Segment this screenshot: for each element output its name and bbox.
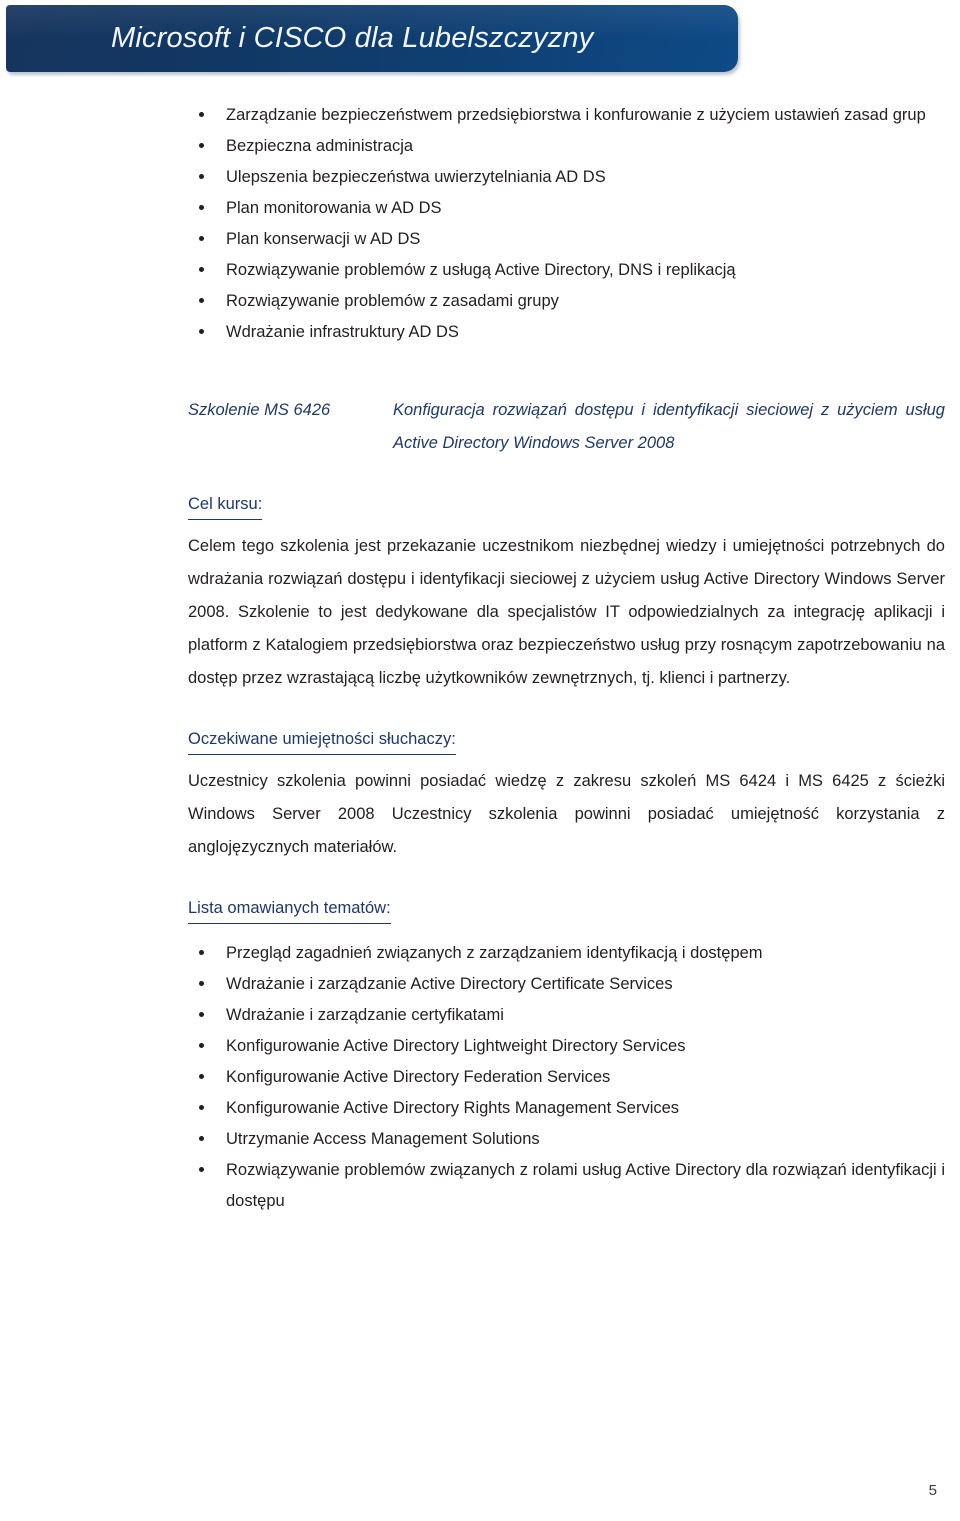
bullet-icon	[199, 174, 204, 179]
bullet-icon	[199, 143, 204, 148]
bullet-icon	[199, 1105, 204, 1110]
list-item: Konfigurowanie Active Directory Federati…	[188, 1062, 945, 1093]
list-item: Plan konserwacji w AD DS	[188, 224, 945, 255]
list-item-label: Konfigurowanie Active Directory Lightwei…	[226, 1037, 686, 1055]
bullet-icon	[199, 329, 204, 334]
list-item-label: Utrzymanie Access Management Solutions	[226, 1130, 540, 1148]
bullet-icon	[199, 950, 204, 955]
topics-list: Przegląd zagadnień związanych z zarządza…	[188, 938, 945, 1217]
course-identifier-block: Szkolenie MS 6426 Konfiguracja rozwiązań…	[188, 394, 945, 460]
list-item: Ulepszenia bezpieczeństwa uwierzytelnian…	[188, 162, 945, 193]
bullet-icon	[199, 236, 204, 241]
skills-section-heading: Oczekiwane umiejętności słuchaczy:	[188, 725, 456, 755]
list-item: Rozwiązywanie problemów z usługą Active …	[188, 255, 945, 286]
list-item-label: Wdrażanie i zarządzanie certyfikatami	[226, 1006, 504, 1024]
list-item-label: Konfigurowanie Active Directory Federati…	[226, 1068, 611, 1086]
list-item-label: Wdrażanie i zarządzanie Active Directory…	[226, 975, 673, 993]
skills-section-paragraph: Uczestnicy szkolenia powinni posiadać wi…	[188, 772, 945, 856]
list-item: Wdrażanie i zarządzanie certyfikatami	[188, 1000, 945, 1031]
bullet-icon	[199, 1012, 204, 1017]
goal-section: Cel kursu: Celem tego szkolenia jest prz…	[188, 460, 945, 695]
topics-section: Lista omawianych tematów: Przegląd zagad…	[188, 864, 945, 1217]
list-item: Plan monitorowania w AD DS	[188, 193, 945, 224]
list-item-label: Zarządzanie bezpieczeństwem przedsiębior…	[226, 106, 926, 124]
intro-topic-list: Zarządzanie bezpieczeństwem przedsiębior…	[188, 100, 945, 348]
bullet-icon	[199, 1136, 204, 1141]
list-item-label: Bezpieczna administracja	[226, 137, 414, 155]
list-item: Rozwiązywanie problemów związanych z rol…	[188, 1155, 945, 1217]
list-item: Wdrażanie infrastruktury AD DS	[188, 317, 945, 348]
bullet-icon	[199, 205, 204, 210]
list-item-label: Plan monitorowania w AD DS	[226, 199, 442, 217]
list-item-label: Rozwiązywanie problemów z zasadami grupy	[226, 292, 559, 310]
bullet-icon	[199, 298, 204, 303]
bullet-icon	[199, 267, 204, 272]
list-item-label: Przegląd zagadnień związanych z zarządza…	[226, 944, 763, 962]
page-number: 5	[928, 1482, 937, 1499]
course-title: Konfiguracja rozwiązań dostępu i identyf…	[393, 401, 945, 452]
bullet-icon	[199, 1167, 204, 1172]
document-body: Zarządzanie bezpieczeństwem przedsiębior…	[0, 100, 960, 1217]
course-code: Szkolenie MS 6426	[188, 401, 331, 419]
list-item: Rozwiązywanie problemów z zasadami grupy	[188, 286, 945, 317]
list-item-label: Rozwiązywanie problemów związanych z rol…	[226, 1161, 945, 1210]
list-item: Bezpieczna administracja	[188, 131, 945, 162]
bullet-icon	[199, 1074, 204, 1079]
list-item: Konfigurowanie Active Directory Lightwei…	[188, 1031, 945, 1062]
content-column: Zarządzanie bezpieczeństwem przedsiębior…	[188, 100, 945, 1217]
bullet-icon	[199, 1043, 204, 1048]
list-item-label: Plan konserwacji w AD DS	[226, 230, 421, 248]
list-item-label: Konfigurowanie Active Directory Rights M…	[226, 1099, 680, 1117]
goal-section-paragraph: Celem tego szkolenia jest przekazanie uc…	[188, 537, 945, 687]
list-item: Wdrażanie i zarządzanie Active Directory…	[188, 969, 945, 1000]
list-item-label: Rozwiązywanie problemów z usługą Active …	[226, 261, 736, 279]
bullet-icon	[199, 981, 204, 986]
list-item-label: Ulepszenia bezpieczeństwa uwierzytelnian…	[226, 168, 606, 186]
list-item: Zarządzanie bezpieczeństwem przedsiębior…	[188, 100, 945, 131]
list-item: Utrzymanie Access Management Solutions	[188, 1124, 945, 1155]
header-banner: Microsoft i CISCO dla Lubelszczyzny	[6, 5, 738, 72]
list-item-label: Wdrażanie infrastruktury AD DS	[226, 323, 459, 341]
list-item: Konfigurowanie Active Directory Rights M…	[188, 1093, 945, 1124]
topics-section-heading: Lista omawianych tematów:	[188, 894, 391, 924]
list-item: Przegląd zagadnień związanych z zarządza…	[188, 938, 945, 969]
goal-section-heading: Cel kursu:	[188, 490, 263, 520]
skills-section: Oczekiwane umiejętności słuchaczy: Uczes…	[188, 695, 945, 864]
bullet-icon	[199, 112, 204, 117]
page-title: Microsoft i CISCO dla Lubelszczyzny	[111, 21, 594, 54]
